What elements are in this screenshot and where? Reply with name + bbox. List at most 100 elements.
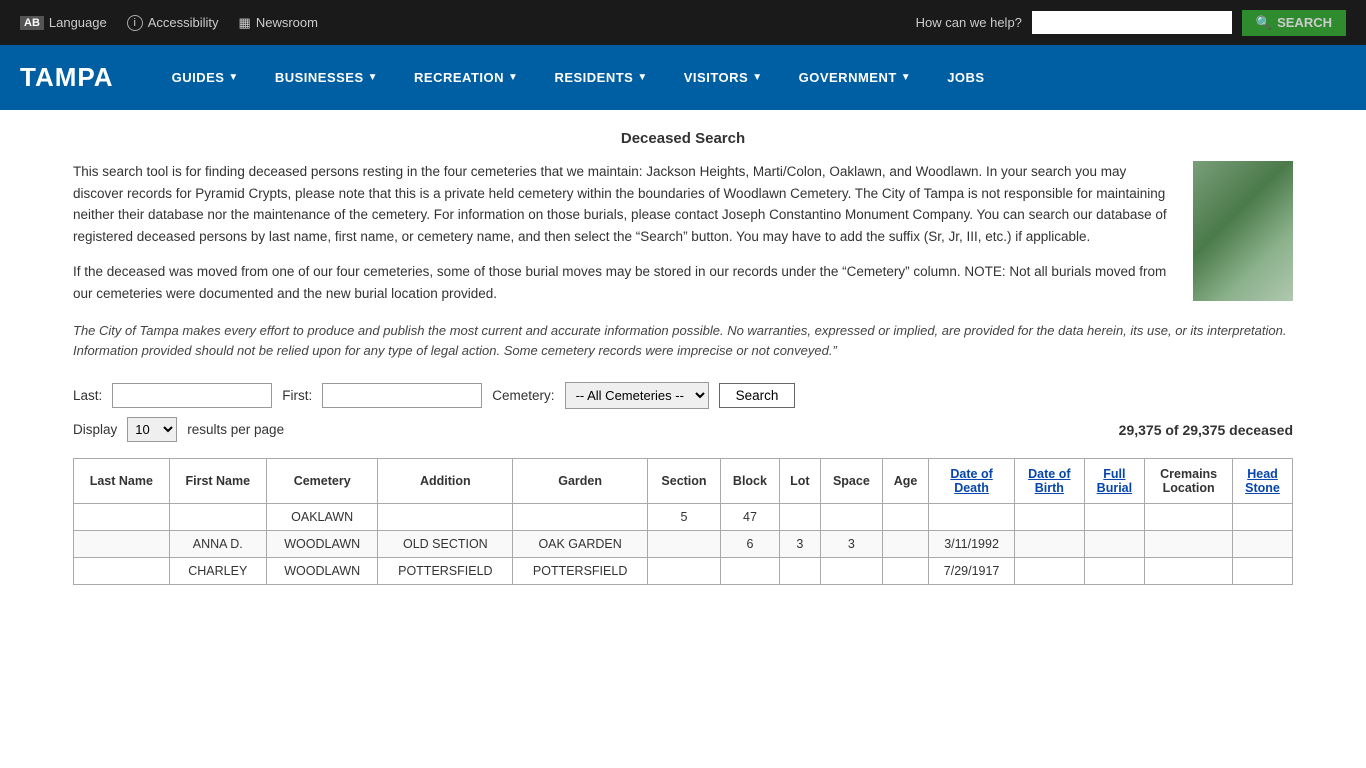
newsroom-icon: ▦ [239,15,251,31]
col-last-name: Last Name [74,459,170,504]
nav-item-businesses[interactable]: BUSINESSES ▼ [257,45,396,110]
cell-date_of_death: 3/11/1992 [929,531,1015,558]
nav-item-guides[interactable]: GUIDES ▼ [154,45,257,110]
cemetery-select[interactable]: -- All Cemeteries -- Jackson Heights Mar… [565,382,709,409]
per-page-select[interactable]: 10 25 50 100 [127,417,177,442]
cell-age [883,504,929,531]
cemetery-image-placeholder [1193,161,1293,301]
nav-residents-label: RESIDENTS [554,70,633,85]
cell-date_of_birth [1015,531,1084,558]
language-link[interactable]: AB Language [20,15,107,30]
first-name-label: First: [282,388,312,403]
cell-first_name [169,504,266,531]
top-bar-right: How can we help? 🔍 SEARCH [916,10,1346,36]
col-full-burial[interactable]: FullBurial [1084,459,1145,504]
chevron-down-icon: ▼ [637,72,647,83]
cell-date_of_birth [1015,558,1084,585]
cell-addition [378,504,513,531]
col-lot: Lot [779,459,820,504]
global-search-button[interactable]: 🔍 SEARCH [1242,10,1346,36]
cell-last_name [74,504,170,531]
cell-block: 47 [720,504,779,531]
search-icon: 🔍 [1256,15,1272,31]
table-header-row: Last Name First Name Cemetery Addition G… [74,459,1293,504]
main-nav: TAMPA GUIDES ▼ BUSINESSES ▼ RECREATION ▼… [0,45,1366,110]
main-content: Deceased Search This search tool is for … [43,110,1323,605]
description-text: This search tool is for finding deceased… [73,161,1173,305]
cell-date_of_birth [1015,504,1084,531]
table-row: ANNA D.WOODLAWNOLD SECTIONOAK GARDEN6333… [74,531,1293,558]
description-p2: If the deceased was moved from one of ou… [73,261,1173,304]
cell-garden: OAK GARDEN [513,531,648,558]
nav-item-jobs[interactable]: JOBS [929,45,1002,110]
accessibility-icon: i [127,15,143,31]
search-button[interactable]: Search [719,383,796,408]
search-form: Last: First: Cemetery: -- All Cemeteries… [73,382,1293,409]
deceased-table: Last Name First Name Cemetery Addition G… [73,458,1293,585]
cell-lot [779,504,820,531]
top-bar-left: AB Language i Accessibility ▦ Newsroom [20,15,318,31]
cell-cremains_location [1145,504,1233,531]
chevron-down-icon: ▼ [752,72,762,83]
col-section: Section [648,459,721,504]
nav-item-residents[interactable]: RESIDENTS ▼ [536,45,665,110]
nav-businesses-label: BUSINESSES [275,70,364,85]
chevron-down-icon: ▼ [508,72,518,83]
col-addition: Addition [378,459,513,504]
newsroom-link[interactable]: ▦ Newsroom [239,15,318,31]
cell-space [820,504,883,531]
language-icon: AB [20,16,44,30]
disclaimer-text: The City of Tampa makes every effort to … [73,321,1293,363]
results-count: 29,375 of 29,375 deceased [1119,422,1293,438]
cell-cremains_location [1145,531,1233,558]
col-garden: Garden [513,459,648,504]
results-text: results per page [187,422,284,437]
cell-space [820,558,883,585]
cell-head_stone [1233,504,1293,531]
cell-section [648,558,721,585]
nav-item-government[interactable]: GOVERNMENT ▼ [781,45,930,110]
col-date-of-birth[interactable]: Date ofBirth [1015,459,1084,504]
cell-full_burial [1084,558,1145,585]
global-search-label: SEARCH [1277,15,1332,30]
col-space: Space [820,459,883,504]
cemetery-image [1193,161,1293,301]
cell-section: 5 [648,504,721,531]
nav-item-recreation[interactable]: RECREATION ▼ [396,45,536,110]
cell-date_of_death: 7/29/1917 [929,558,1015,585]
nav-jobs-label: JOBS [947,70,984,85]
site-logo[interactable]: TAMPA [20,62,114,93]
cell-addition: POTTERSFIELD [378,558,513,585]
cell-last_name [74,558,170,585]
cell-cemetery: WOODLAWN [266,558,378,585]
col-age: Age [883,459,929,504]
top-bar: AB Language i Accessibility ▦ Newsroom H… [0,0,1366,45]
cell-cremains_location [1145,558,1233,585]
col-cremains-location: CremainsLocation [1145,459,1233,504]
newsroom-label: Newsroom [256,15,318,30]
global-search-input[interactable] [1032,11,1232,34]
cell-lot: 3 [779,531,820,558]
cell-garden: POTTERSFIELD [513,558,648,585]
cell-full_burial [1084,531,1145,558]
nav-recreation-label: RECREATION [414,70,504,85]
cell-last_name [74,531,170,558]
help-text: How can we help? [916,15,1022,30]
table-row: OAKLAWN 547 [74,504,1293,531]
description-p1: This search tool is for finding deceased… [73,161,1173,247]
col-date-of-death[interactable]: Date ofDeath [929,459,1015,504]
cell-block [720,558,779,585]
cell-cemetery: WOODLAWN [266,531,378,558]
chevron-down-icon: ▼ [228,72,238,83]
display-label: Display [73,422,117,437]
col-head-stone[interactable]: HeadStone [1233,459,1293,504]
nav-government-label: GOVERNMENT [799,70,897,85]
last-name-input[interactable] [112,383,272,408]
description-block: This search tool is for finding deceased… [73,161,1293,305]
cell-cemetery: OAKLAWN [266,504,378,531]
cell-date_of_death [929,504,1015,531]
cell-first_name: CHARLEY [169,558,266,585]
first-name-input[interactable] [322,383,482,408]
accessibility-link[interactable]: i Accessibility [127,15,219,31]
nav-item-visitors[interactable]: VISITORS ▼ [666,45,781,110]
